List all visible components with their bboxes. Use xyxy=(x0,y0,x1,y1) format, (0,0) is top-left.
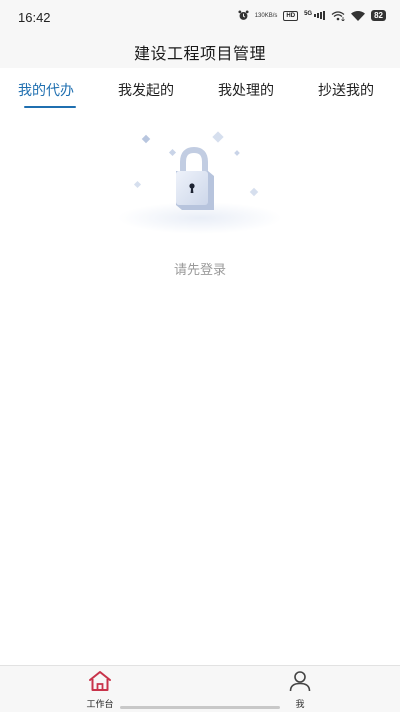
tab-cc-to-me[interactable]: 抄送我的 xyxy=(318,80,374,100)
tab-processed-by-me[interactable]: 我处理的 xyxy=(218,80,274,100)
signal-type-label: 5G xyxy=(304,11,313,17)
app-header: 建设工程项目管理 xyxy=(0,36,400,68)
home-indicator-bar[interactable] xyxy=(120,706,280,709)
hd-badge: HD xyxy=(283,10,299,21)
status-icons: 130 KB/s HD 5G 82 xyxy=(238,10,386,21)
page-title: 建设工程项目管理 xyxy=(133,44,266,63)
battery-indicator: 82 xyxy=(371,10,386,21)
nav-me[interactable]: 我 xyxy=(270,670,330,710)
empty-state: 请先登录 xyxy=(0,120,400,290)
tab-my-todo[interactable]: 我的代办 xyxy=(18,80,74,100)
net-speed-value: 130 xyxy=(254,12,265,19)
net-speed-unit: KB/s xyxy=(264,12,278,19)
tab-initiated-by-me[interactable]: 我发起的 xyxy=(118,80,174,100)
bottom-nav: 工作台 我 xyxy=(0,665,400,712)
tab-bar: 我的代办 我发起的 我处理的 抄送我的 xyxy=(0,68,400,116)
tab-active-indicator xyxy=(24,106,76,108)
empty-message: 请先登录 xyxy=(173,263,226,278)
secondary-signal-icon xyxy=(331,10,345,21)
lock-icon xyxy=(110,124,290,234)
nav-workbench[interactable]: 工作台 xyxy=(70,670,130,710)
net-speed-indicator: 130 KB/s xyxy=(255,13,278,19)
alarm-icon xyxy=(238,10,249,21)
wifi-icon xyxy=(351,10,366,21)
status-bar: 16:42 130 KB/s HD 5G 82 xyxy=(0,0,400,36)
cellular-signal-icon: 5G xyxy=(304,11,326,20)
user-icon xyxy=(287,671,313,696)
status-time: 16:42 xyxy=(18,10,51,25)
home-icon xyxy=(87,671,113,696)
